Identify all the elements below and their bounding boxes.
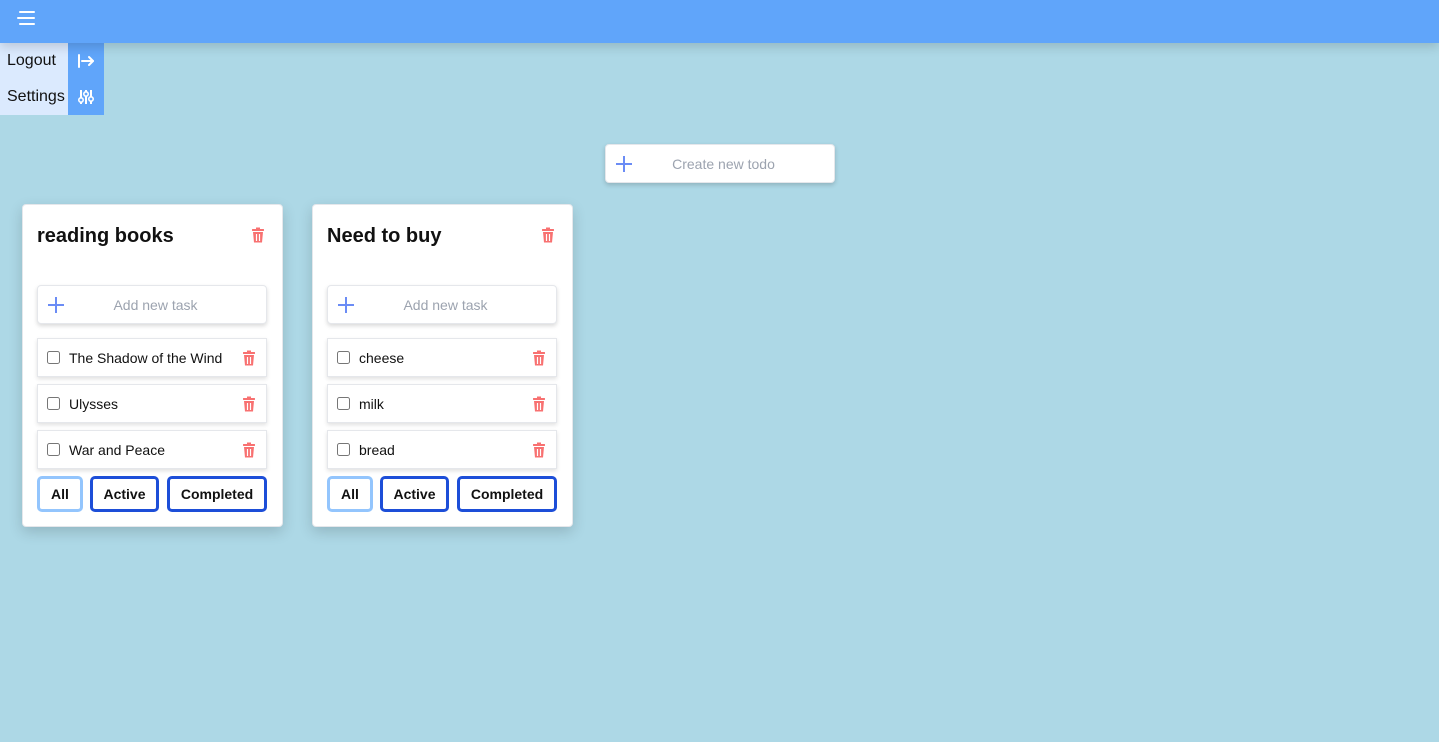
logout-label[interactable]: Logout: [0, 43, 68, 79]
filter-active-button[interactable]: Active: [90, 476, 159, 512]
trash-icon[interactable]: [242, 350, 256, 366]
logout-menu-item[interactable]: Logout: [0, 43, 104, 79]
task-checkbox[interactable]: [337, 397, 350, 410]
task-checkbox[interactable]: [47, 443, 60, 456]
task-checkbox[interactable]: [337, 351, 350, 364]
task-item: milk: [327, 384, 557, 423]
task-text: War and Peace: [69, 441, 165, 458]
plus-icon[interactable]: [615, 155, 633, 173]
task-item: The Shadow of the Wind: [37, 338, 267, 377]
settings-label[interactable]: Settings: [0, 79, 68, 115]
trash-icon[interactable]: [242, 442, 256, 458]
filter-active-button[interactable]: Active: [380, 476, 449, 512]
filter-buttons: All Active Completed: [37, 476, 269, 512]
add-task-input[interactable]: [355, 296, 536, 313]
trash-icon[interactable]: [532, 396, 546, 412]
trash-icon[interactable]: [532, 442, 546, 458]
todo-list-card: reading books The Shadow of the Wind Uly…: [22, 204, 283, 527]
add-task-input[interactable]: [65, 296, 246, 313]
task-item: cheese: [327, 338, 557, 377]
task-item: War and Peace: [37, 430, 267, 469]
task-item: bread: [327, 430, 557, 469]
plus-icon[interactable]: [47, 296, 65, 314]
sliders-icon[interactable]: [68, 79, 104, 115]
task-checkbox[interactable]: [47, 397, 60, 410]
trash-icon[interactable]: [242, 396, 256, 412]
settings-menu-item[interactable]: Settings: [0, 79, 104, 115]
trash-icon[interactable]: [532, 350, 546, 366]
plus-icon[interactable]: [337, 296, 355, 314]
task-item: Ulysses: [37, 384, 267, 423]
task-text: bread: [359, 441, 395, 458]
logout-arrow-icon[interactable]: [68, 43, 104, 79]
task-text: Ulysses: [69, 395, 119, 412]
filter-completed-button[interactable]: Completed: [167, 476, 267, 512]
filter-buttons: All Active Completed: [327, 476, 559, 512]
top-header: [0, 0, 1439, 43]
filter-all-button[interactable]: All: [327, 476, 373, 512]
add-task-field[interactable]: [37, 285, 267, 324]
todo-list-title: Need to buy: [327, 225, 442, 247]
filter-all-button[interactable]: All: [37, 476, 83, 512]
filter-completed-button[interactable]: Completed: [457, 476, 557, 512]
task-checkbox[interactable]: [337, 443, 350, 456]
create-todo-input[interactable]: [633, 155, 814, 172]
task-text: milk: [359, 395, 384, 412]
task-text: cheese: [359, 349, 405, 366]
task-checkbox[interactable]: [47, 351, 60, 364]
side-menu: Logout Settings: [0, 43, 104, 115]
todo-list-title: reading books: [37, 225, 174, 247]
task-text: The Shadow of the Wind: [69, 349, 223, 366]
trash-icon[interactable]: [540, 227, 556, 243]
hamburger-menu-icon[interactable]: [15, 6, 39, 30]
create-todo-field[interactable]: [605, 144, 835, 183]
add-task-field[interactable]: [327, 285, 557, 324]
trash-icon[interactable]: [250, 227, 266, 243]
todo-list-card: Need to buy cheese milk: [312, 204, 573, 527]
